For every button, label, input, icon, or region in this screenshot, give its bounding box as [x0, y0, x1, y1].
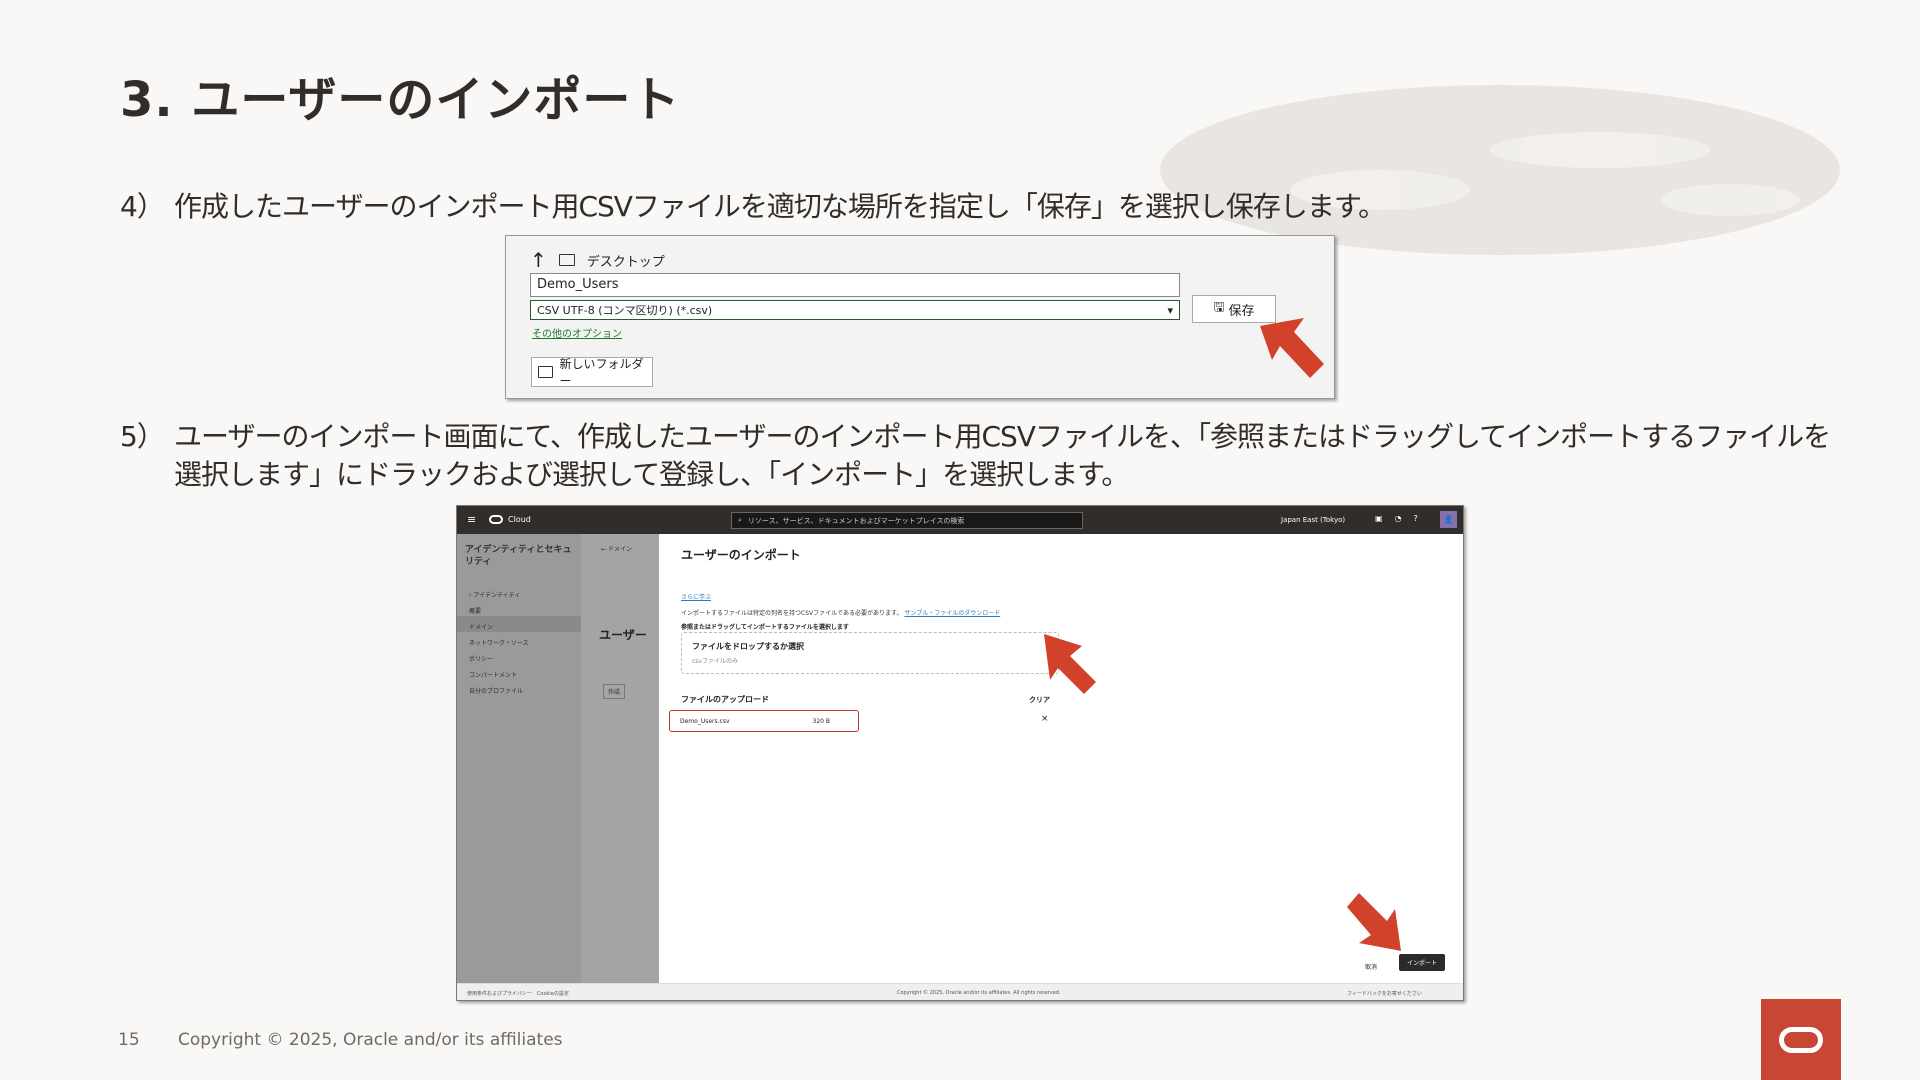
pointer-arrow-import	[1347, 893, 1401, 951]
search-icon: ⌕	[738, 516, 742, 524]
oci-sidebar: アイデンティティとセキュリティ ‹ アイデンティティ 概要 ドメイン ネットワー…	[457, 534, 581, 998]
save-button-label: 保存	[1228, 303, 1255, 319]
panel-title: ユーザーのインポート	[681, 548, 801, 562]
uploaded-file-size: 320 B	[812, 717, 830, 725]
upload-label: ファイルのアップロード	[681, 695, 769, 704]
sidebar-back-label: アイデンティティ	[473, 592, 521, 599]
step-4: 4） 作成したユーザーのインポート用CSVファイルを適切な場所を指定し「保存」を選…	[120, 188, 1386, 226]
sidebar-item-compartments: コンパートメント	[469, 672, 518, 679]
sidebar-title: アイデンティティとセキュリティ	[465, 545, 572, 567]
sidebar-back: ‹ アイデンティティ	[469, 592, 521, 599]
new-folder-button: 新しいフォルダー	[531, 357, 653, 388]
pointer-arrow-dropzone	[1044, 634, 1096, 694]
step-5: 5） ユーザーのインポート画面にて、作成したユーザーのインポート用CSVファイルを…	[120, 418, 1840, 494]
mid-title: ユーザー	[599, 628, 647, 642]
remove-file-icon: ×	[1041, 714, 1049, 724]
import-button: インポート	[1399, 954, 1445, 971]
save-dialog-screenshot: ↑ デスクトップ Demo_Users CSV UTF-8 (コンマ区切り) (…	[505, 235, 1335, 399]
step-4-number: 4）	[120, 190, 165, 223]
step-5-line-1: ユーザーのインポート画面にて、作成したユーザーのインポート用CSVファイルを、「…	[174, 420, 1831, 453]
brand-name: Cloud	[508, 515, 531, 524]
step-5-line-2: 選択します」にドラックおよび選択して登録し、「インポート」を選択します。	[174, 458, 1129, 491]
step-5-number: 5）	[120, 420, 165, 453]
learn-more-link: さらに学ぶ	[681, 594, 712, 601]
create-button: 作成	[603, 684, 626, 699]
avatar: 👤	[1440, 511, 1457, 528]
mid-back: ← ドメイン	[601, 546, 632, 553]
cloud-shell-icon: ▣	[1375, 514, 1383, 523]
other-options-link: その他のオプション	[532, 329, 622, 340]
footer-right: フィードバックをお寄せください	[1347, 991, 1422, 997]
oci-topbar: ≡ Cloud ⌕ リソース、サービス、ドキュメントおよびマーケットプレイスの検…	[457, 506, 1463, 534]
sidebar-item-overview: 概要	[469, 608, 482, 615]
step-4-text: 作成したユーザーのインポート用CSVファイルを適切な場所を指定し「保存」を選択し…	[174, 190, 1386, 223]
clear-link: クリア	[1029, 696, 1050, 704]
topbar-icons: ▣ ◔ ?	[1375, 514, 1418, 523]
sidebar-item-policies: ポリシー	[469, 656, 494, 663]
region-selector: Japan East (Tokyo)	[1281, 516, 1346, 524]
oracle-cloud-logo: Cloud	[489, 515, 531, 524]
uploaded-file-row: Demo_Users.csv 320 B	[669, 710, 859, 732]
oracle-logo	[1761, 999, 1841, 1080]
description-text: インポートするファイルは特定の列名を持つCSVファイルである必要があります。	[681, 610, 903, 617]
help-icon: ?	[1413, 514, 1418, 523]
save-icon: 🖫	[1213, 300, 1225, 315]
up-arrow-icon: ↑	[530, 248, 547, 272]
sidebar-item-network-sources: ネットワーク・ソース	[469, 640, 529, 647]
console-search: ⌕ リソース、サービス、ドキュメントおよびマーケットプレイスの検索	[731, 512, 1083, 529]
filetype-value: CSV UTF-8 (コンマ区切り) (*.csv)	[537, 304, 713, 317]
oracle-ring-icon	[489, 515, 503, 524]
sidebar-item-profile: 自分のプロファイル	[469, 688, 524, 695]
mid-back-label: ドメイン	[607, 546, 632, 553]
bell-icon: ◔	[1394, 514, 1402, 523]
dropdown-caret-icon: ▾	[1167, 303, 1173, 317]
oci-import-screenshot: ≡ Cloud ⌕ リソース、サービス、ドキュメントおよびマーケットプレイスの検…	[456, 505, 1464, 1001]
folder-icon	[558, 254, 575, 266]
dropzone-subtitle: csvファイルのみ	[692, 658, 738, 665]
sample-download-link: サンプル・ファイルのダウンロード	[904, 610, 1001, 617]
file-dropzone: ファイルをドロップするか選択 csvファイルのみ	[681, 632, 1059, 674]
uploaded-file-name: Demo_Users.csv	[680, 717, 730, 725]
page-number: 15	[118, 1030, 140, 1050]
sidebar-item-domains: ドメイン	[469, 624, 494, 631]
save-location-nav: ↑ デスクトップ	[530, 248, 665, 272]
footer-center: Copyright © 2025, Oracle and/or its affi…	[897, 990, 1061, 996]
browse-label: 参照またはドラッグしてインポートするファイルを選択します	[681, 624, 849, 631]
hamburger-icon: ≡	[467, 513, 477, 526]
filetype-select: CSV UTF-8 (コンマ区切り) (*.csv) ▾	[530, 300, 1180, 320]
oci-users-pane: ← ドメイン ユーザー 作成	[581, 534, 659, 998]
cancel-button: 取消	[1365, 964, 1378, 971]
folder-icon	[538, 366, 554, 378]
search-placeholder: リソース、サービス、ドキュメントおよびマーケットプレイスの検索	[747, 516, 965, 525]
new-folder-label: 新しいフォルダー	[559, 357, 644, 388]
save-location: デスクトップ	[586, 254, 665, 270]
panel-description: インポートするファイルは特定の列名を持つCSVファイルである必要があります。 サ…	[681, 608, 1000, 617]
pointer-arrow-save	[1260, 318, 1324, 378]
import-users-panel: ユーザーのインポート さらに学ぶ インポートするファイルは特定の列名を持つCSV…	[659, 534, 1463, 983]
slide-title: 3. ユーザーのインポート	[120, 72, 681, 128]
dropzone-title: ファイルをドロップするか選択	[692, 642, 804, 651]
footer-left: 使用条件およびプライバシー Cookieの設定	[467, 991, 569, 997]
oracle-ring-icon	[1779, 1026, 1823, 1053]
oci-footer: 使用条件およびプライバシー Cookieの設定 Copyright © 2025…	[457, 983, 1463, 1000]
filename-field: Demo_Users	[530, 273, 1180, 297]
footer-copyright: Copyright © 2025, Oracle and/or its affi…	[178, 1030, 563, 1050]
